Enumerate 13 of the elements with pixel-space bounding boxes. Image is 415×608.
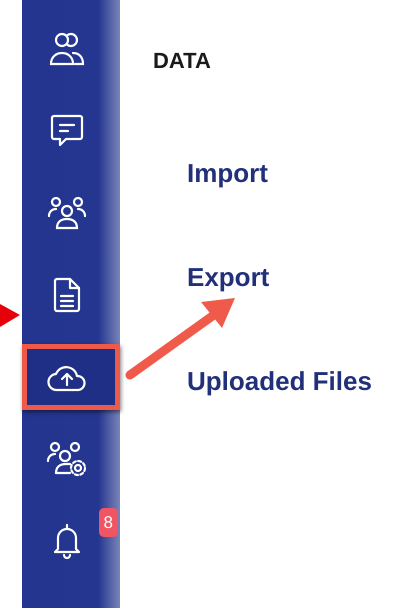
menu-link[interactable]: Import (187, 158, 415, 189)
section-heading: DATA (153, 48, 212, 74)
bell-icon (52, 523, 82, 559)
sidebar-item[interactable] (22, 344, 120, 410)
chat-icon (50, 113, 84, 149)
group-icon (47, 196, 87, 230)
notification-badge: 8 (98, 508, 118, 537)
menu-link[interactable]: Uploaded Files (187, 366, 415, 397)
menu-link[interactable]: Export (187, 262, 415, 293)
document-icon (53, 277, 81, 313)
group-settings-icon (46, 441, 88, 477)
pointer-arrow (0, 304, 20, 327)
users-icon (49, 31, 85, 67)
